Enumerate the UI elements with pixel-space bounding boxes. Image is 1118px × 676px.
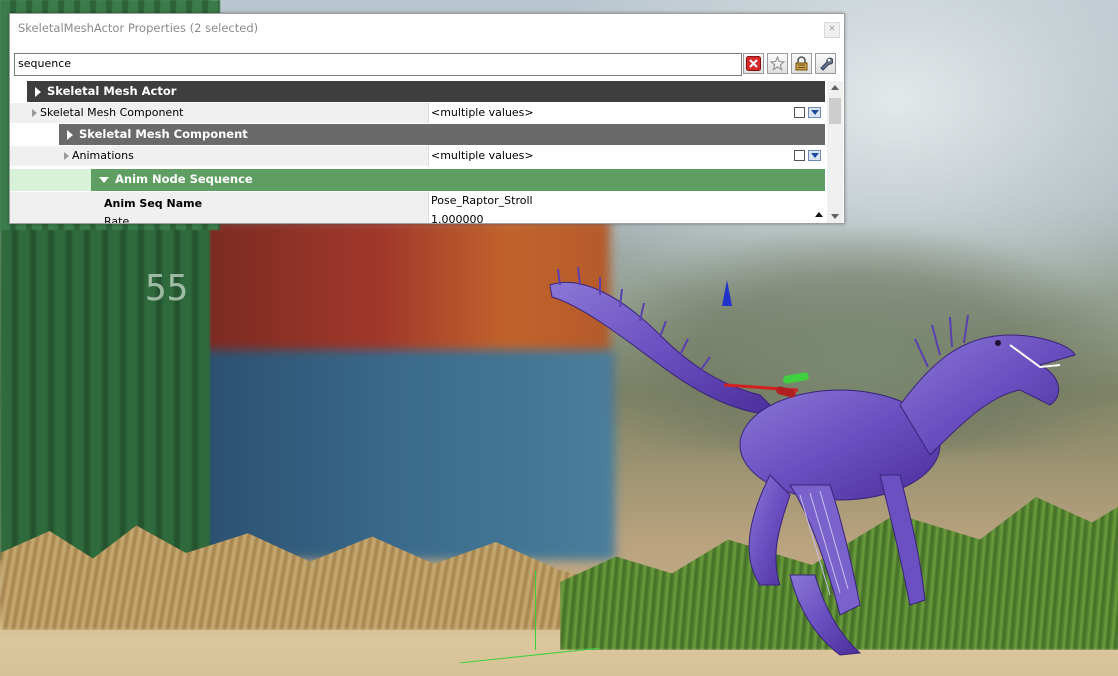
property-row-anim-seq-name[interactable]: Anim Seq Name Pose_Raptor_Stroll xyxy=(10,192,825,213)
category-skeletal-mesh-actor[interactable]: Skeletal Mesh Actor xyxy=(27,81,825,102)
scroll-down-icon[interactable] xyxy=(831,214,839,219)
expand-arrow-icon[interactable] xyxy=(35,86,41,97)
category-label: Skeletal Mesh Component xyxy=(79,127,248,141)
vertical-scrollbar[interactable] xyxy=(827,81,843,223)
favorites-button[interactable] xyxy=(767,53,788,74)
favorite-star-icon xyxy=(770,56,785,71)
lock-selection-button[interactable] xyxy=(791,53,812,74)
wrench-options-icon xyxy=(820,57,833,71)
property-value[interactable]: 1.000000 xyxy=(428,212,825,223)
close-window-button[interactable]: × xyxy=(824,22,840,38)
transform-gizmo-z-axis[interactable] xyxy=(722,280,732,306)
property-grid[interactable]: Skeletal Mesh Actor Skeletal Mesh Compon… xyxy=(10,81,825,223)
window-title: SkeletalMeshActor Properties (2 selected… xyxy=(18,21,259,35)
category-label: Anim Node Sequence xyxy=(115,172,253,186)
property-value-text: <multiple values> xyxy=(431,106,534,119)
lock-icon xyxy=(795,56,808,71)
property-name: Skeletal Mesh Component xyxy=(40,106,184,119)
world-axis-line xyxy=(535,570,536,650)
collapse-arrow-icon[interactable] xyxy=(99,176,109,183)
property-row-animations[interactable]: Animations <multiple values> xyxy=(10,146,825,167)
property-value-text: <multiple values> xyxy=(431,149,534,162)
expand-arrow-icon[interactable] xyxy=(32,109,37,117)
options-button[interactable] xyxy=(815,53,836,74)
category-label: Skeletal Mesh Actor xyxy=(47,84,177,98)
property-name: Rate xyxy=(104,215,130,223)
raptor-skeletal-mesh[interactable] xyxy=(540,255,1100,675)
expand-arrow-icon[interactable] xyxy=(67,129,73,140)
expand-arrow-icon[interactable] xyxy=(64,152,69,160)
property-value-text: 1.000000 xyxy=(431,213,484,223)
category-anim-node-sequence[interactable]: Anim Node Sequence xyxy=(91,169,825,191)
scrollbar-thumb[interactable] xyxy=(829,98,841,124)
scroll-up-icon[interactable] xyxy=(831,85,839,90)
property-search-box[interactable] xyxy=(14,53,742,76)
edit-box-icon[interactable] xyxy=(793,107,805,118)
property-value[interactable]: <multiple values> xyxy=(428,146,825,166)
dropdown-arrow-icon[interactable] xyxy=(808,107,821,118)
clear-search-icon xyxy=(746,56,761,71)
clear-search-button[interactable] xyxy=(743,53,764,74)
edit-box-icon[interactable] xyxy=(793,150,805,161)
property-name: Anim Seq Name xyxy=(104,197,203,210)
property-row-skeletal-mesh-component[interactable]: Skeletal Mesh Component <multiple values… xyxy=(10,103,825,124)
container-number-decal: 55 xyxy=(145,268,189,309)
property-name: Animations xyxy=(72,149,134,162)
close-icon: × xyxy=(828,24,836,34)
properties-window[interactable]: SkeletalMeshActor Properties (2 selected… xyxy=(9,13,845,224)
category-skeletal-mesh-component[interactable]: Skeletal Mesh Component xyxy=(59,124,825,145)
property-value[interactable]: Pose_Raptor_Stroll xyxy=(428,192,825,212)
property-value-text: Pose_Raptor_Stroll xyxy=(431,194,533,207)
spinner-up-icon[interactable] xyxy=(815,212,823,217)
property-row-rate[interactable]: Rate 1.000000 xyxy=(10,212,825,223)
search-input[interactable] xyxy=(15,54,718,73)
dropdown-arrow-icon[interactable] xyxy=(808,150,821,161)
property-value[interactable]: <multiple values> xyxy=(428,103,825,123)
